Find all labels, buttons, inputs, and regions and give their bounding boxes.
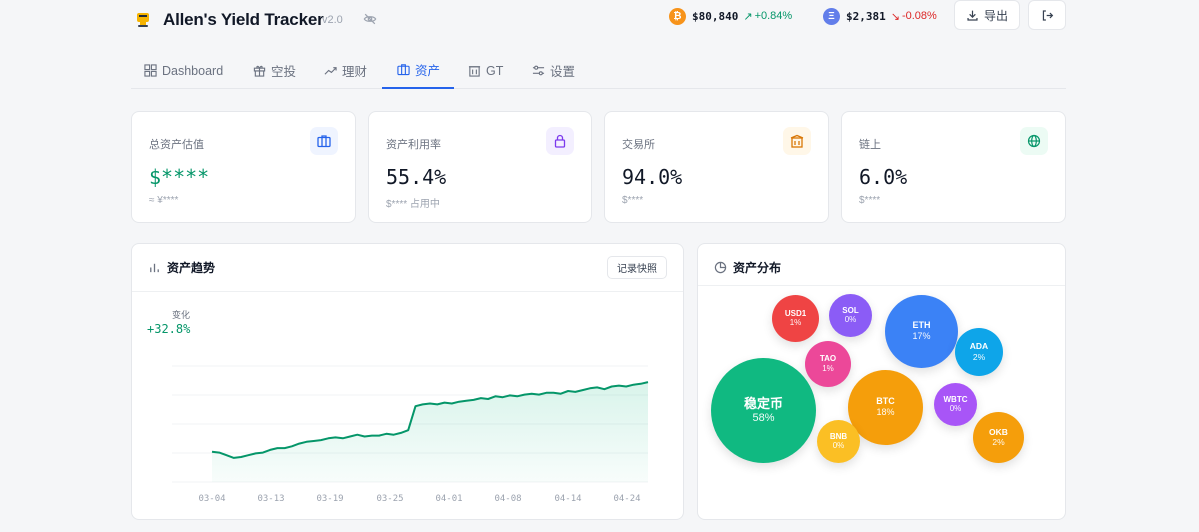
tab-label: 理财 <box>342 65 368 79</box>
x-tick-label: 04-14 <box>554 494 581 504</box>
eth-coin-icon: Ξ <box>823 7 840 25</box>
briefcase-icon <box>310 127 338 155</box>
briefcase-icon <box>397 64 410 76</box>
exchange-icon <box>783 127 811 155</box>
main-tabs: Dashboard 空投 理财 资产 GT 设置 <box>131 52 1066 89</box>
distribution-title: 资产分布 <box>733 261 782 275</box>
top-header: Allen's Yield Tracker v2.0 ₿ $80,840 ↗ +… <box>0 0 1199 40</box>
export-label: 导出 <box>983 8 1008 23</box>
tab-settings[interactable]: 设置 <box>532 52 575 89</box>
stat-card-utilization: 资产利用率 55.4% $**** 占用中 <box>368 111 592 223</box>
logout-button[interactable] <box>1028 0 1066 30</box>
stat-label: 链上 <box>859 139 881 151</box>
x-tick-label: 03-25 <box>376 494 403 504</box>
x-tick-label: 03-13 <box>257 494 284 504</box>
tab-label: GT <box>486 63 504 78</box>
stat-value: 55.4% <box>386 165 447 189</box>
stat-card-total: 总资产估值 $**** ≈ ¥**** <box>131 111 356 223</box>
tab-label: Dashboard <box>162 63 224 78</box>
stat-sub: $**** <box>859 195 881 206</box>
stat-sub: $**** <box>622 195 644 206</box>
stat-value: 6.0% <box>859 165 908 189</box>
gift-icon <box>253 65 266 77</box>
panel-title: 资产分布 <box>714 259 781 276</box>
btc-change: +0.84% <box>754 10 793 22</box>
trend-area <box>212 382 648 482</box>
tab-label: 资产 <box>415 64 441 78</box>
x-tick-label: 04-08 <box>494 494 521 504</box>
hide-values-icon[interactable] <box>363 12 377 26</box>
globe-icon <box>1020 127 1048 155</box>
tab-finance[interactable]: 理财 <box>324 52 367 89</box>
bubble-ada[interactable]: ADA 2% <box>955 328 1003 376</box>
tab-dashboard[interactable]: Dashboard <box>144 52 223 89</box>
stat-sub: $**** 占用中 <box>386 199 440 210</box>
stat-card-onchain: 链上 6.0% $**** <box>841 111 1066 223</box>
x-tick-label: 03-04 <box>198 494 225 504</box>
logout-icon <box>1042 9 1053 21</box>
bubble-stablecoin[interactable]: 稳定币 58% <box>711 358 816 463</box>
trend-chart[interactable]: 03-04 03-13 03-19 03-25 04-01 04-08 04-14 04-24 <box>132 244 685 521</box>
tab-label: 设置 <box>550 65 576 79</box>
tab-assets[interactable]: 资产 <box>382 52 454 89</box>
btc-ticker: ₿ $80,840 ↗ +0.84% <box>669 7 792 25</box>
bubble-sol[interactable]: SOL 0% <box>829 294 872 337</box>
divider <box>698 285 1065 286</box>
x-tick-label: 03-19 <box>316 494 343 504</box>
bubble-wbtc[interactable]: WBTC 0% <box>934 383 977 426</box>
stat-value: 94.0% <box>622 165 683 189</box>
stat-label: 交易所 <box>622 139 655 151</box>
export-button[interactable]: 导出 <box>954 0 1020 30</box>
x-tick-label: 04-24 <box>613 494 640 504</box>
asset-trend-panel: 资产趋势 记录快照 变化 +32.8% 03-04 03-13 03-19 03-25… <box>131 243 684 520</box>
download-icon <box>967 10 978 21</box>
x-tick-label: 04-01 <box>435 494 462 504</box>
stat-label: 资产利用率 <box>386 139 441 151</box>
bubble-usd1[interactable]: USD1 1% <box>772 295 819 342</box>
version-badge: v2.0 <box>322 14 343 26</box>
trend-icon <box>324 67 337 75</box>
stat-value: $**** <box>149 165 210 189</box>
stat-sub: ≈ ¥**** <box>149 195 179 206</box>
tab-label: 空投 <box>271 65 297 79</box>
stat-label: 总资产估值 <box>149 139 204 151</box>
eth-ticker: Ξ $2,381 ↘ -0.08% <box>823 7 937 25</box>
tab-gt[interactable]: GT <box>468 52 503 89</box>
bubble-eth[interactable]: ETH 17% <box>885 295 958 368</box>
bubble-tao[interactable]: TAO 1% <box>805 341 851 387</box>
bubble-okb[interactable]: OKB 2% <box>973 412 1024 463</box>
trend-up-icon: ↗ <box>743 10 753 23</box>
sliders-icon <box>532 65 545 76</box>
eth-price: $2,381 <box>846 9 886 23</box>
trend-down-icon: ↘ <box>890 10 900 23</box>
bubble-bnb[interactable]: BNB 0% <box>817 420 860 463</box>
app-title: Allen's Yield Tracker <box>163 10 324 29</box>
building-icon <box>468 66 481 77</box>
tab-airdrop[interactable]: 空投 <box>253 52 296 89</box>
eth-change: -0.08% <box>901 10 937 22</box>
bubble-btc[interactable]: BTC 18% <box>848 370 923 445</box>
pie-chart-icon <box>714 261 727 274</box>
btc-price: $80,840 <box>692 9 739 23</box>
lock-icon <box>546 127 574 155</box>
app-logo-icon <box>137 13 149 27</box>
btc-coin-icon: ₿ <box>669 7 686 25</box>
asset-distribution-panel: 资产分布 USD1 1% SOL 0% ETH 17% ADA 2% TAO 1% 稳定币… <box>697 243 1066 520</box>
stat-card-exchange: 交易所 94.0% $**** <box>604 111 829 223</box>
grid-icon <box>144 64 157 77</box>
